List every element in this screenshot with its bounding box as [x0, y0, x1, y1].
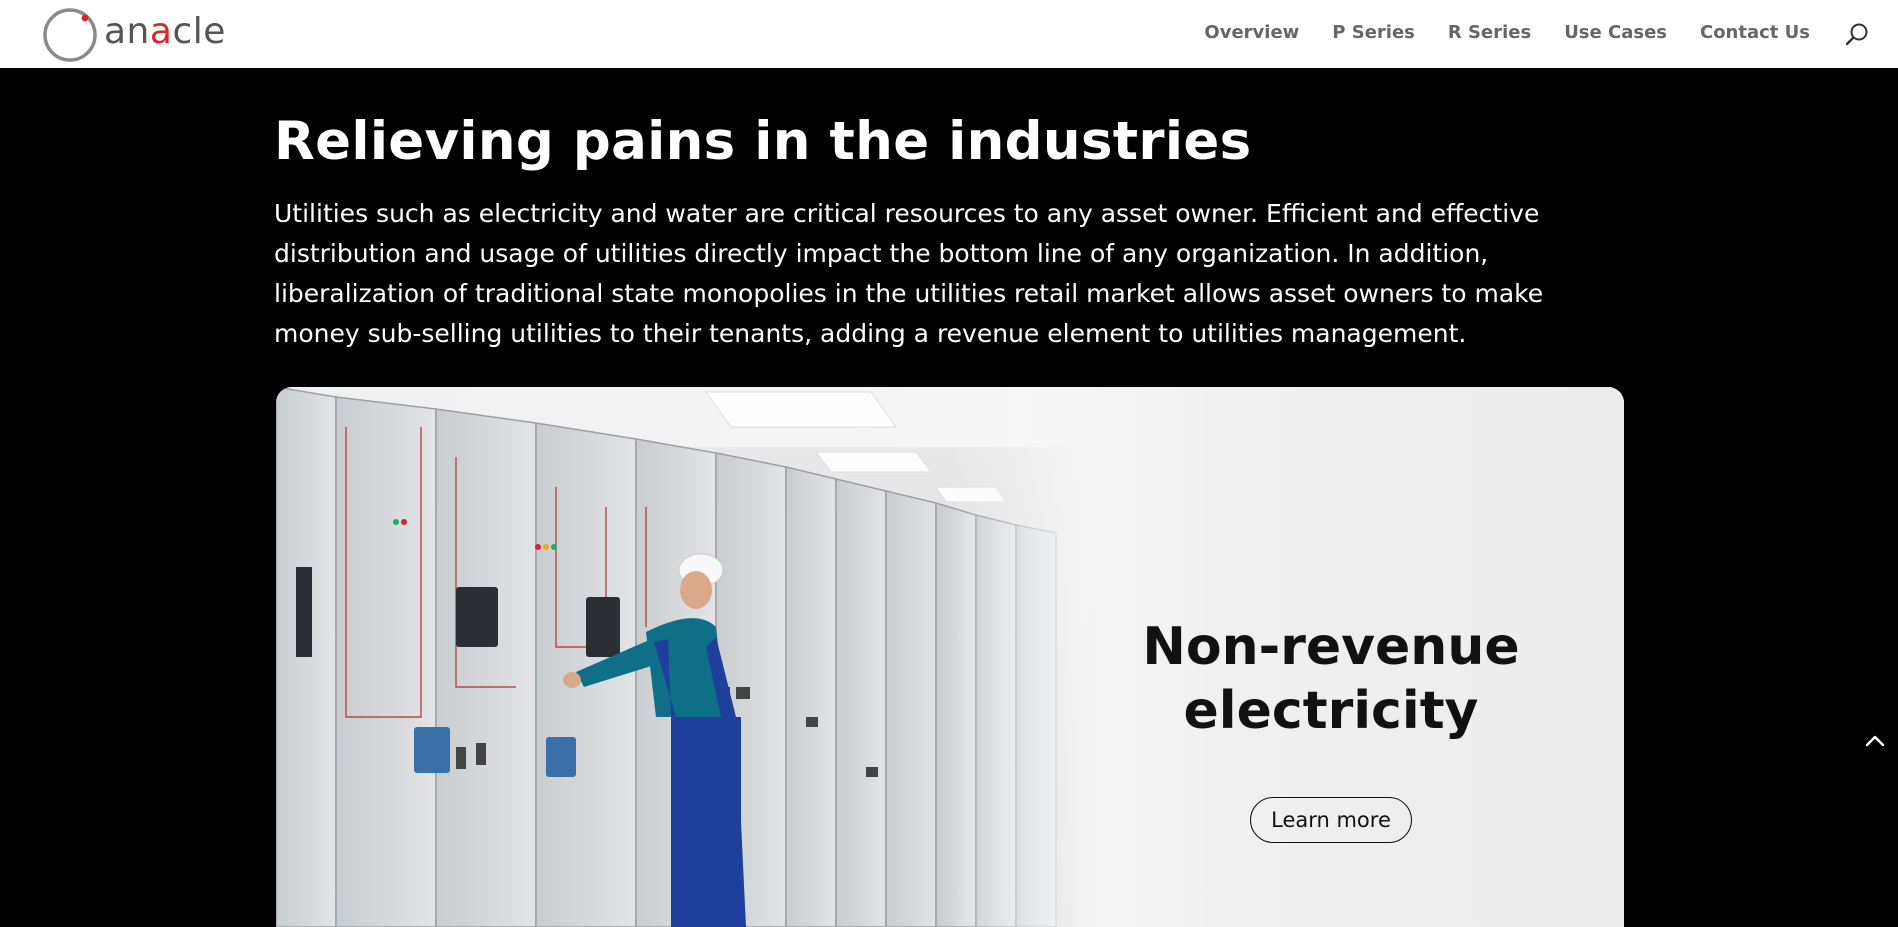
anacle-logo[interactable]: anacle [42, 4, 226, 64]
page-title: Relieving pains in the industries [274, 111, 1252, 172]
intro-paragraph: Utilities such as electricity and water … [274, 199, 1544, 348]
hero-section: Relieving pains in the industries Utilit… [274, 112, 1636, 354]
card-title: Non-revenue electricity [1066, 615, 1596, 743]
card-title-line-2: electricity [1183, 681, 1479, 741]
search-icon[interactable] [1844, 22, 1870, 48]
nav-item-contact-us[interactable]: Contact Us [1700, 22, 1810, 43]
chevron-up-icon[interactable] [1862, 728, 1888, 754]
logo-wordmark: anacle [104, 11, 226, 52]
logo-ring-icon [43, 8, 97, 62]
nav-item-overview[interactable]: Overview [1204, 22, 1299, 43]
nav-item-use-cases[interactable]: Use Cases [1564, 22, 1667, 43]
card-content: Non-revenue electricity Learn more [1066, 615, 1596, 843]
nav-item-r-series[interactable]: R Series [1448, 22, 1531, 43]
nav-item-p-series[interactable]: P Series [1332, 22, 1415, 43]
non-revenue-electricity-card: Non-revenue electricity Learn more [276, 387, 1624, 927]
card-title-line-1: Non-revenue [1142, 617, 1520, 677]
learn-more-button[interactable]: Learn more [1250, 797, 1412, 843]
main-nav: Overview P Series R Series Use Cases Con… [1171, 22, 1810, 43]
site-header: anacle Overview P Series R Series Use Ca… [0, 0, 1898, 68]
